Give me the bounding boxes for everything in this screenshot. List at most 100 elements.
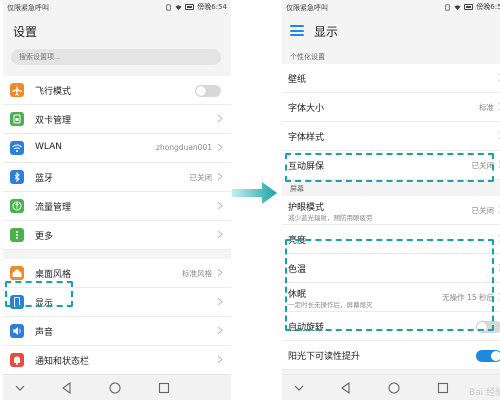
display-item[interactable]: 壁纸: [282, 64, 500, 93]
chevron-right-icon: [217, 326, 223, 335]
back-icon[interactable]: [61, 382, 73, 394]
wifi-status-icon: [175, 4, 182, 10]
chevron-right-icon: [217, 268, 223, 277]
home-icon[interactable]: [388, 382, 400, 394]
item-value: 已关闭: [471, 161, 495, 170]
settings-item[interactable]: 声音: [3, 317, 231, 346]
watermark: Bai 经验: [468, 388, 500, 398]
navigation-bar: [282, 374, 500, 400]
item-label: 字体样式: [288, 133, 325, 143]
item-subtitle: 减少蓝光辐射，预防用眼疲劳: [288, 214, 373, 222]
settings-item[interactable]: 桌面风格 标准风格: [3, 259, 231, 288]
item-subtitle: 一定时长无操作后，屏幕熄灭: [288, 301, 373, 309]
item-label: 色温: [288, 265, 307, 275]
settings-item[interactable]: WLAN zhongduan001: [3, 134, 231, 163]
carrier-label: 仅限紧急呼叫: [286, 4, 328, 12]
display-list: 个性化设置 壁纸 字体大小 标准 字体样式 互动屏保 已关闭 屏幕 护眼模式 减少蓝光辐射…: [282, 48, 500, 370]
wifi-status-icon: [454, 4, 461, 10]
sleep-item[interactable]: 休眠 一定时长无操作后，屏幕熄灭 无操作 15 秒后: [282, 283, 500, 312]
vibrate-icon: [166, 4, 171, 10]
display-item[interactable]: 字体大小 标准: [282, 93, 500, 122]
chevron-right-icon: [217, 230, 223, 239]
item-label: 字体大小: [288, 104, 325, 114]
item-value: 标准风格: [182, 269, 212, 278]
section-header-personal: 个性化设置: [282, 48, 500, 64]
item-label: 更多: [35, 232, 54, 242]
item-label: 互动屏保: [288, 162, 325, 172]
status-bar: 仅限紧急呼叫 傍晚6:54: [282, 0, 500, 14]
data-usage-icon: [10, 199, 24, 213]
settings-item[interactable]: 通知和状态栏: [3, 346, 231, 375]
page-title: 设置: [13, 25, 38, 39]
item-label: 壁纸: [288, 75, 307, 85]
item-label: 自动旋转: [288, 323, 325, 333]
back-icon[interactable]: [340, 382, 352, 394]
section-header-screen: 屏幕: [282, 180, 500, 196]
carrier-label: 仅限紧急呼叫: [7, 4, 49, 12]
airplane-toggle[interactable]: [195, 85, 221, 97]
item-value: 已关闭: [471, 206, 495, 215]
item-label: WLAN: [35, 142, 63, 152]
header: 设置: [3, 14, 231, 46]
search-input[interactable]: [11, 49, 221, 65]
section-gap: [3, 250, 231, 259]
battery-icon: [185, 4, 195, 10]
eye-comfort-item[interactable]: 护眼模式 减少蓝光辐射，预防用眼疲劳 已关闭: [282, 196, 500, 225]
item-value: 标准: [479, 103, 494, 112]
item-label: 飞行模式: [35, 87, 72, 97]
display-icon: [10, 295, 24, 309]
item-label: 显示: [35, 299, 54, 309]
airplane-icon: [10, 83, 24, 97]
display-screen: 仅限紧急呼叫 傍晚6:54 显示 个性化设置 壁纸字体大小标准字体样式互动屏保已…: [282, 0, 500, 400]
settings-screen: 仅限紧急呼叫 傍晚6:54 设置 飞行模式双卡管理 WLAN zhongduan00…: [3, 0, 231, 400]
clock: 傍晚6:54: [476, 3, 500, 11]
settings-item[interactable]: 显示: [3, 288, 231, 317]
item-value: 无操作 15 秒后: [442, 293, 494, 302]
settings-item[interactable]: 蓝牙 已关闭: [3, 163, 231, 192]
page-title: 显示: [314, 25, 339, 39]
display-item[interactable]: 色温: [282, 254, 500, 283]
item-label: 声音: [35, 328, 54, 338]
status-bar: 仅限紧急呼叫 傍晚6:54: [3, 0, 231, 14]
item-value: zhongduan001: [156, 143, 212, 152]
recents-icon[interactable]: [437, 382, 449, 394]
dual-sim-icon: [10, 112, 24, 126]
header: 显示: [282, 14, 500, 46]
item-label: 通知和状态栏: [35, 357, 90, 367]
menu-icon[interactable]: [290, 25, 304, 36]
item-value: 已关闭: [189, 173, 213, 182]
chevron-right-icon: [217, 297, 223, 306]
arrow-right-icon: [232, 182, 277, 204]
settings-item[interactable]: 流量管理: [3, 192, 231, 221]
item-label: 双卡管理: [35, 116, 72, 126]
item-label: 流量管理: [35, 203, 72, 213]
display-item[interactable]: 亮度: [282, 225, 500, 254]
auto-rotate-toggle[interactable]: [476, 321, 500, 333]
sunlight-readability-item: 阳光下可读性提升: [282, 341, 500, 370]
chevron-right-icon: [217, 201, 223, 210]
auto-rotate-item: 自动旋转: [282, 312, 500, 341]
settings-item[interactable]: 双卡管理: [3, 105, 231, 134]
display-item[interactable]: 互动屏保 已关闭: [282, 151, 500, 180]
settings-item[interactable]: 更多: [3, 221, 231, 250]
settings-list: 飞行模式双卡管理 WLAN zhongduan001 蓝牙 已关闭流量管理更多桌面风格 标…: [3, 76, 231, 375]
home-style-icon: [10, 266, 24, 280]
item-label: 桌面风格: [35, 270, 72, 280]
recents-icon[interactable]: [158, 382, 170, 394]
vibrate-icon: [445, 4, 450, 10]
sunlight-toggle[interactable]: [476, 350, 500, 362]
display-item[interactable]: 字体样式: [282, 122, 500, 151]
home-icon[interactable]: [109, 382, 121, 394]
collapse-icon[interactable]: [294, 384, 304, 392]
settings-item[interactable]: 飞行模式: [3, 76, 231, 105]
wifi-icon: [10, 141, 24, 155]
item-label: 亮度: [288, 236, 307, 246]
sound-icon: [10, 324, 24, 338]
navigation-bar: [3, 374, 231, 400]
item-label: 蓝牙: [35, 174, 54, 184]
bluetooth-icon: [10, 170, 24, 184]
item-label: 阳光下可读性提升: [288, 352, 361, 362]
chevron-right-icon: [217, 172, 223, 181]
more-icon: [10, 228, 24, 242]
collapse-icon[interactable]: [15, 384, 25, 392]
